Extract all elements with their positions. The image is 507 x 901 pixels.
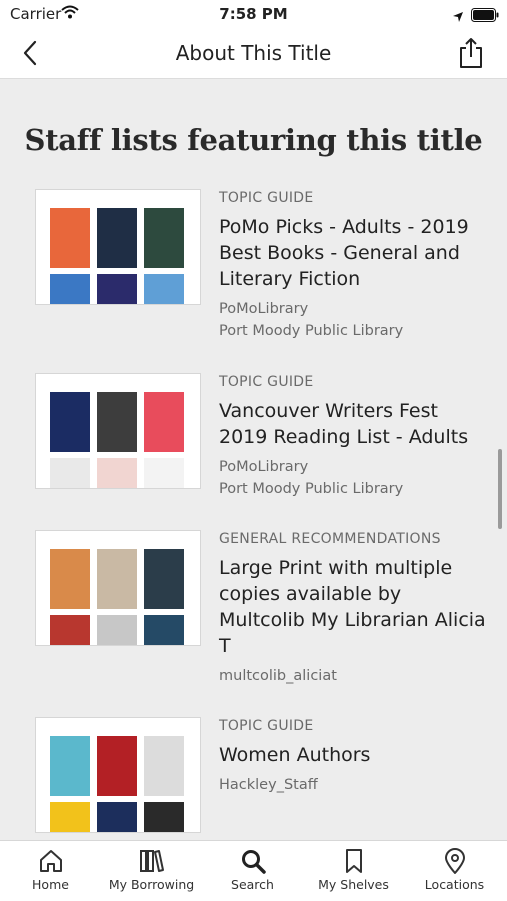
- tab-bar: Home My Borrowing Search My Shelves Loca…: [0, 840, 507, 901]
- book-cover: [97, 802, 137, 832]
- location-arrow-icon: [452, 8, 464, 27]
- book-cover: [144, 615, 184, 645]
- list-title[interactable]: Large Print with multiple copies availab…: [219, 555, 489, 659]
- tab-label: Home: [32, 877, 69, 892]
- book-cover: [144, 208, 184, 268]
- book-cover: [97, 615, 137, 645]
- battery-icon: [471, 7, 499, 26]
- book-cover: [50, 802, 90, 832]
- tab-label: My Borrowing: [108, 877, 195, 892]
- list-cover-thumbnail[interactable]: [35, 530, 201, 646]
- book-cover: [97, 458, 137, 488]
- book-cover: [97, 736, 137, 796]
- bookmark-icon: [345, 849, 362, 873]
- book-cover: [50, 274, 90, 304]
- tab-search[interactable]: Search: [202, 847, 303, 892]
- tab-locations[interactable]: Locations: [404, 847, 505, 892]
- list-owner: PoMoLibrary: [219, 459, 309, 475]
- book-cover: [144, 802, 184, 832]
- status-bar: Carrier 7:58 PM: [0, 0, 507, 30]
- tab-my-borrowing[interactable]: My Borrowing: [101, 847, 202, 892]
- book-cover: [50, 549, 90, 609]
- list-type-label: TOPIC GUIDE: [219, 190, 314, 206]
- book-cover: [50, 392, 90, 452]
- list-cover-thumbnail[interactable]: [35, 189, 201, 305]
- list-title[interactable]: Women Authors: [219, 742, 489, 768]
- list-owner: Hackley_Staff: [219, 777, 318, 793]
- scrollbar[interactable]: [498, 449, 502, 529]
- list-title[interactable]: Vancouver Writers Fest 2019 Reading List…: [219, 398, 489, 450]
- book-cover: [97, 549, 137, 609]
- book-cover: [50, 736, 90, 796]
- list-cover-thumbnail[interactable]: [35, 717, 201, 833]
- list-type-label: TOPIC GUIDE: [219, 374, 314, 390]
- status-time: 7:58 PM: [219, 5, 288, 23]
- book-cover: [144, 736, 184, 796]
- tab-my-shelves[interactable]: My Shelves: [303, 847, 404, 892]
- tab-home[interactable]: Home: [0, 847, 101, 892]
- book-cover: [144, 274, 184, 304]
- book-cover: [50, 208, 90, 268]
- page-title: About This Title: [175, 41, 332, 65]
- tab-label: My Shelves: [318, 877, 389, 892]
- book-cover: [50, 458, 90, 488]
- book-cover: [144, 392, 184, 452]
- list-cover-thumbnail[interactable]: [35, 373, 201, 489]
- book-cover: [97, 208, 137, 268]
- books-icon: [139, 850, 164, 872]
- home-icon: [39, 850, 62, 872]
- book-cover: [97, 392, 137, 452]
- book-cover: [50, 615, 90, 645]
- section-title: Staff lists featuring this title: [24, 123, 483, 157]
- list-owner: multcolib_aliciat: [219, 668, 337, 684]
- navigation-bar: About This Title: [0, 30, 507, 79]
- list-title[interactable]: PoMo Picks - Adults - 2019 Best Books - …: [219, 214, 489, 292]
- list-library: Port Moody Public Library: [219, 323, 404, 339]
- list-owner: PoMoLibrary: [219, 301, 309, 317]
- tab-label: Search: [231, 877, 274, 892]
- location-pin-icon: [444, 848, 465, 874]
- list-type-label: GENERAL RECOMMENDATIONS: [219, 531, 441, 547]
- book-cover: [144, 458, 184, 488]
- list-library: Port Moody Public Library: [219, 481, 404, 497]
- share-icon[interactable]: [458, 37, 484, 73]
- content-scroll-area[interactable]: Staff lists featuring this title TOPIC G…: [0, 79, 507, 839]
- book-cover: [97, 274, 137, 304]
- list-type-label: TOPIC GUIDE: [219, 718, 314, 734]
- tab-label: Locations: [424, 877, 485, 892]
- search-icon: [241, 850, 266, 874]
- book-cover: [144, 549, 184, 609]
